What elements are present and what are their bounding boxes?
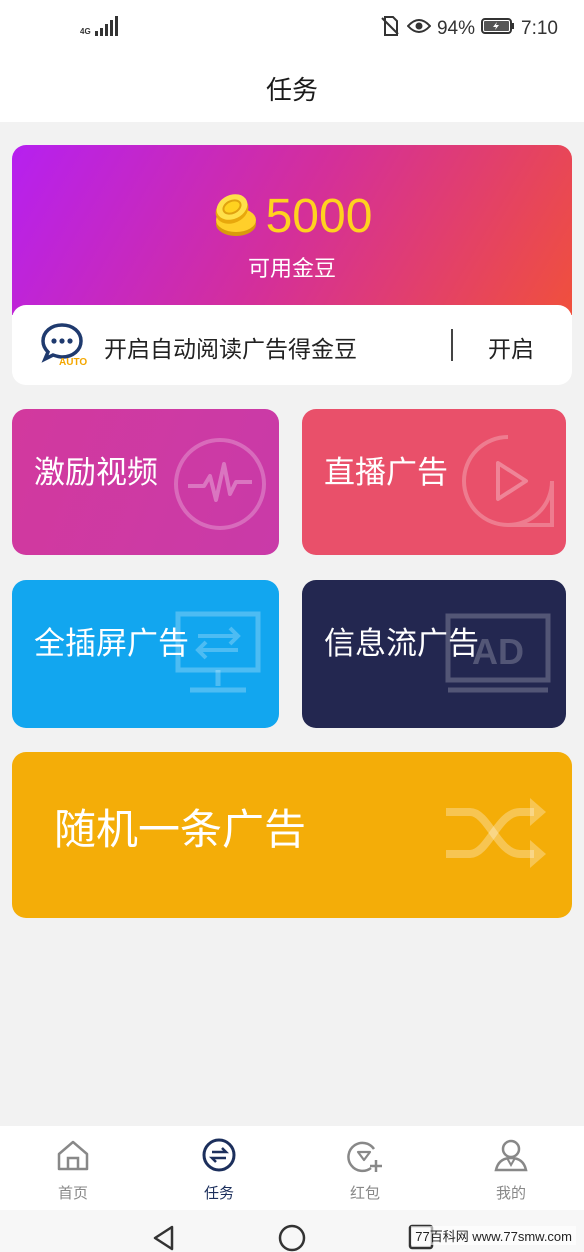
user-icon xyxy=(494,1138,528,1176)
system-nav: 77百科网 www.77smw.com xyxy=(0,1210,584,1252)
coin-icon xyxy=(212,190,258,244)
nav-item-home[interactable]: 首页 xyxy=(0,1126,146,1210)
app-header: 任务 xyxy=(0,54,584,122)
no-sim-icon xyxy=(379,15,401,43)
nav-item-red-packet[interactable]: 红包 xyxy=(292,1126,438,1210)
home-circle-icon[interactable] xyxy=(278,1224,306,1252)
watermark: 77百科网 www.77smw.com xyxy=(411,1226,576,1245)
exchange-icon xyxy=(202,1138,236,1176)
back-icon[interactable] xyxy=(150,1224,178,1252)
page-title: 任务 xyxy=(265,75,318,106)
network-type: 4G xyxy=(80,27,91,36)
auto-read-bar: AUTO 开启自动阅读广告得金豆 开启 xyxy=(12,305,572,385)
nav-label: 我的 xyxy=(495,1184,526,1202)
tile-label: 信息流广告 xyxy=(324,626,479,662)
tile-label: 直播广告 xyxy=(324,455,448,491)
status-bar: 4G 94% 7:10 xyxy=(0,0,584,54)
tile-live-ad[interactable]: 直播广告 xyxy=(302,409,566,555)
nav-item-tasks[interactable]: 任务 xyxy=(146,1126,292,1210)
auto-read-text: 开启自动阅读广告得金豆 xyxy=(104,337,357,363)
home-icon xyxy=(56,1138,90,1176)
nav-label: 红包 xyxy=(349,1184,380,1202)
coin-balance: 5000 xyxy=(12,189,572,244)
clock: 7:10 xyxy=(521,18,558,39)
coin-banner: 5000 可用金豆 xyxy=(12,145,572,315)
tile-random-ad[interactable]: 随机一条广告 xyxy=(12,752,572,918)
coin-amount: 5000 xyxy=(265,190,373,243)
enable-auto-read-button[interactable]: 开启 xyxy=(488,330,534,364)
shuffle-icon xyxy=(442,788,552,882)
tile-rewarded-video[interactable]: 激励视频 xyxy=(12,409,279,555)
red-packet-icon xyxy=(347,1138,383,1178)
svg-text:AD: AD xyxy=(472,631,524,672)
divider xyxy=(451,329,453,361)
coin-card: 5000 可用金豆 AUTO 开启自动阅读广告得金豆 开启 xyxy=(12,145,572,385)
tile-label: 全插屏广告 xyxy=(34,626,189,662)
tile-interstitial-ad[interactable]: 全插屏广告 xyxy=(12,580,279,728)
pulse-icon xyxy=(172,436,268,536)
signal-icon: 4G xyxy=(80,16,118,36)
battery-icon xyxy=(481,17,515,41)
auto-badge: AUTO xyxy=(59,357,87,366)
nav-label: 首页 xyxy=(57,1184,88,1202)
tile-feed-ad[interactable]: AD 信息流广告 xyxy=(302,580,566,728)
battery-percent: 94% xyxy=(436,18,476,39)
auto-chat-icon: AUTO xyxy=(40,322,92,370)
tile-label: 随机一条广告 xyxy=(54,805,307,854)
nav-item-profile[interactable]: 我的 xyxy=(438,1126,584,1210)
nav-label: 任务 xyxy=(203,1184,234,1202)
bottom-nav: 首页 任务 红包 我的 xyxy=(0,1126,584,1210)
play-icon xyxy=(460,433,556,533)
status-right: 94% 7:10 xyxy=(379,15,558,43)
coin-label: 可用金豆 xyxy=(247,257,336,282)
eye-icon xyxy=(406,18,432,40)
tile-label: 激励视频 xyxy=(34,455,158,491)
